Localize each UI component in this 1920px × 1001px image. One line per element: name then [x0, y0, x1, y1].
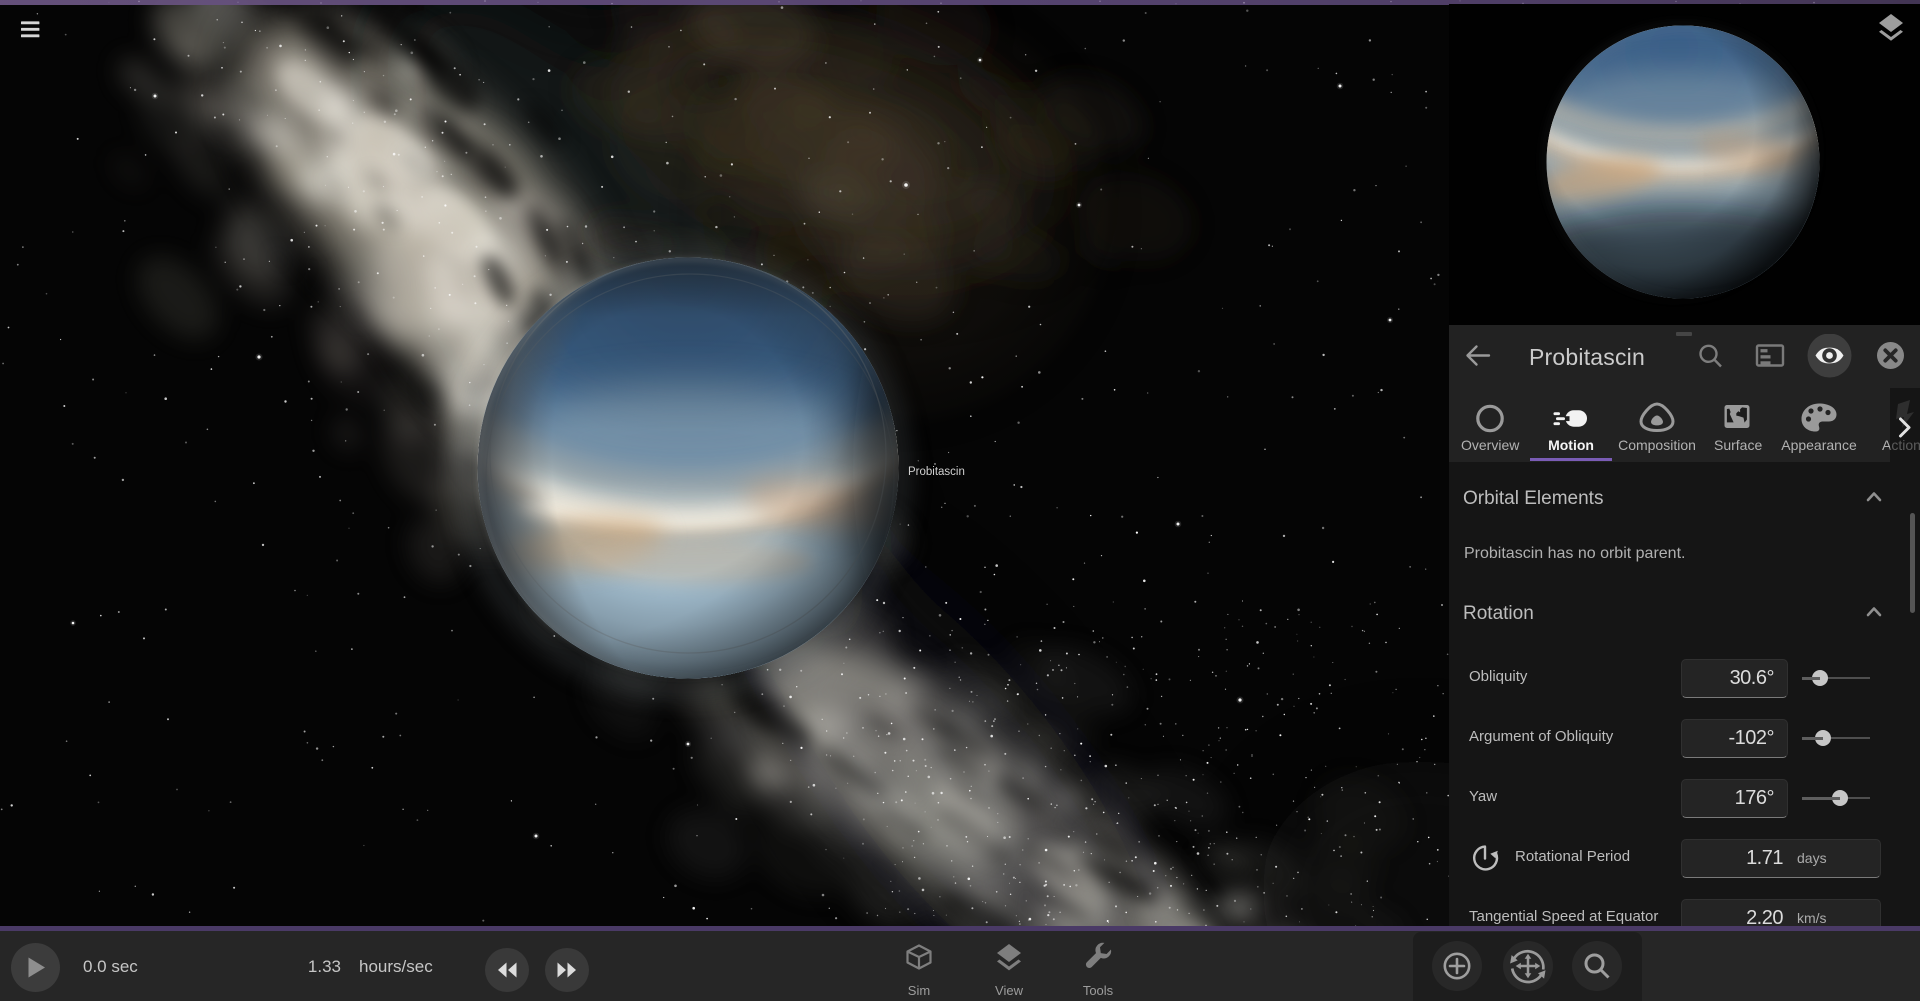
svg-text:Probitascin: Probitascin — [908, 466, 965, 478]
